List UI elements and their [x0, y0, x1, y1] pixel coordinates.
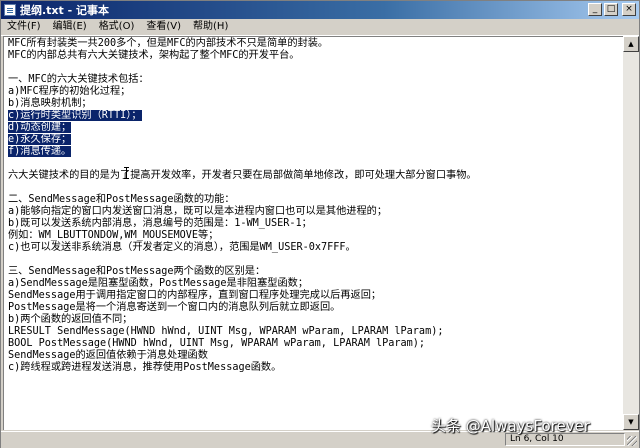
menu-format[interactable]: 格式(O) [93, 19, 141, 35]
close-button[interactable]: × [622, 3, 636, 16]
text-line[interactable]: a)SendMessage是阻塞型函数，PostMessage是非阻塞型函数； [8, 278, 621, 290]
menu-file[interactable]: 文件(F) [1, 19, 47, 35]
text-line[interactable]: PostMessage是将一个消息寄送到一个窗口内的消息队列后就立即返回。 [8, 302, 621, 314]
text-line-content: c)运行时类型识别（RTTI）； [8, 110, 142, 121]
text-line[interactable]: SendMessage用于调用指定窗口的内部程序，直到窗口程序处理完成以后再返回… [8, 290, 621, 302]
notepad-window: 提纲.txt - 记事本 _ □ × 文件(F) 编辑(E) 格式(O) 查看(… [0, 0, 640, 448]
watermark: 头条 @AlwaysForever [431, 417, 590, 435]
resize-grip-icon[interactable] [627, 436, 637, 446]
text-line-content: 例如：WM_LBUTTONDOW,WM_MOUSEMOVE等； [8, 230, 219, 241]
text-line[interactable]: f)消息传递。 [8, 146, 621, 158]
text-line[interactable]: 例如：WM_LBUTTONDOW,WM_MOUSEMOVE等； [8, 230, 621, 242]
menu-help[interactable]: 帮助(H) [187, 19, 234, 35]
text-line-content: e)永久保存； [8, 134, 72, 145]
text-line[interactable] [8, 182, 621, 194]
text-line-content: b)既可以发送系统内部消息，消息编号的范围是：1-WM_USER-1； [8, 218, 312, 229]
text-line-content: a)能够向指定的窗口内发送窗口消息，既可以是本进程内窗口也可以是其他进程的； [8, 206, 388, 217]
window-controls: _ □ × [588, 3, 636, 16]
text-line[interactable]: b)消息映射机制； [8, 98, 621, 110]
title-bar[interactable]: 提纲.txt - 记事本 _ □ × [1, 1, 639, 19]
text-line[interactable]: b)既可以发送系统内部消息，消息编号的范围是：1-WM_USER-1； [8, 218, 621, 230]
text-line-content: LRESULT SendMessage(HWND hWnd, UINT Msg,… [8, 326, 444, 337]
text-line-content: SendMessage用于调用指定窗口的内部程序，直到窗口程序处理完成以后再返回… [8, 290, 382, 301]
text-line[interactable]: 三、SendMessage和PostMessage两个函数的区别是： [8, 266, 621, 278]
minimize-button[interactable]: _ [588, 3, 602, 16]
text-line[interactable]: 六大关键技术的目的是为了提高开发效率，开发者只要在局部做简单地修改，即可处理大部… [8, 170, 621, 182]
text-line-content: c)跨线程或跨进程发送消息，推荐使用PostMessage函数。 [8, 362, 282, 373]
text-line-content: f)消息传递。 [8, 146, 72, 157]
text-line[interactable]: MFC的内部总共有六大关键技术，架构起了整个MFC的开发平台。 [8, 50, 621, 62]
text-line[interactable]: BOOL PostMessage(HWND hWnd, UINT Msg, WP… [8, 338, 621, 350]
text-line[interactable] [8, 158, 621, 170]
text-line[interactable]: 二、SendMessage和PostMessage函数的功能： [8, 194, 621, 206]
ibeam-cursor-icon [124, 167, 129, 179]
text-line-content: b)消息映射机制； [8, 98, 92, 109]
text-line[interactable] [8, 62, 621, 74]
text-editor-area[interactable]: MFC所有封装类一共200多个，但是MFC的内部技术不只是简单的封装。 MFC的内… [3, 36, 623, 430]
text-line-content: c)也可以发送非系统消息（开发者定义的消息），范围是WM_USER-0x7FFF… [8, 242, 356, 253]
text-line-content: 二、SendMessage和PostMessage函数的功能： [8, 194, 235, 205]
scroll-down-button[interactable]: ▼ [623, 414, 639, 430]
text-line[interactable]: MFC所有封装类一共200多个，但是MFC的内部技术不只是简单的封装。 [8, 38, 621, 50]
text-line[interactable]: c)运行时类型识别（RTTI）； [8, 110, 621, 122]
text-line-content: MFC所有封装类一共200多个，但是MFC的内部技术不只是简单的封装。 [8, 38, 329, 49]
scroll-up-button[interactable]: ▲ [623, 36, 639, 52]
document-text[interactable]: MFC所有封装类一共200多个，但是MFC的内部技术不只是简单的封装。 MFC的内… [8, 38, 621, 374]
text-line[interactable]: d)动态创建； [8, 122, 621, 134]
text-line-content: 一、MFC的六大关键技术包括： [8, 74, 149, 85]
text-line[interactable]: e)永久保存； [8, 134, 621, 146]
text-line[interactable]: SendMessage的返回值依赖于消息处理函数 [8, 350, 621, 362]
window-title: 提纲.txt - 记事本 [20, 4, 110, 17]
text-line-content: a)MFC程序的初始化过程； [8, 86, 131, 97]
menu-bar: 文件(F) 编辑(E) 格式(O) 查看(V) 帮助(H) [1, 19, 639, 36]
text-line-content: a)SendMessage是阻塞型函数，PostMessage是非阻塞型函数； [8, 278, 309, 289]
text-line-content: d)动态创建； [8, 122, 72, 133]
menu-edit[interactable]: 编辑(E) [47, 19, 93, 35]
text-line-content: b)两个函数的返回值不同； [8, 314, 133, 325]
menu-view[interactable]: 查看(V) [140, 19, 187, 35]
text-line-content: 六大关键技术的目的是为了提高开发效率，开发者只要在局部做简单地修改，即可处理大部… [8, 170, 477, 181]
text-line[interactable]: c)也可以发送非系统消息（开发者定义的消息），范围是WM_USER-0x7FFF… [8, 242, 621, 254]
text-line[interactable]: LRESULT SendMessage(HWND hWnd, UINT Msg,… [8, 326, 621, 338]
text-line[interactable]: b)两个函数的返回值不同； [8, 314, 621, 326]
notepad-icon[interactable] [4, 4, 16, 16]
text-line[interactable] [8, 254, 621, 266]
vertical-scrollbar[interactable]: ▲ ▼ [623, 36, 639, 430]
text-line-content: MFC的内部总共有六大关键技术，架构起了整个MFC的开发平台。 [8, 50, 300, 61]
text-line-content: 三、SendMessage和PostMessage两个函数的区别是： [8, 266, 266, 277]
text-line[interactable]: c)跨线程或跨进程发送消息，推荐使用PostMessage函数。 [8, 362, 621, 374]
text-line-content: SendMessage的返回值依赖于消息处理函数 [8, 350, 208, 361]
text-line[interactable]: 一、MFC的六大关键技术包括： [8, 74, 621, 86]
maximize-button[interactable]: □ [604, 3, 618, 16]
text-line-content: PostMessage是将一个消息寄送到一个窗口内的消息队列后就立即返回。 [8, 302, 341, 313]
text-line[interactable]: a)能够向指定的窗口内发送窗口消息，既可以是本进程内窗口也可以是其他进程的； [8, 206, 621, 218]
text-line-content: BOOL PostMessage(HWND hWnd, UINT Msg, WP… [8, 338, 426, 349]
text-line[interactable]: a)MFC程序的初始化过程； [8, 86, 621, 98]
